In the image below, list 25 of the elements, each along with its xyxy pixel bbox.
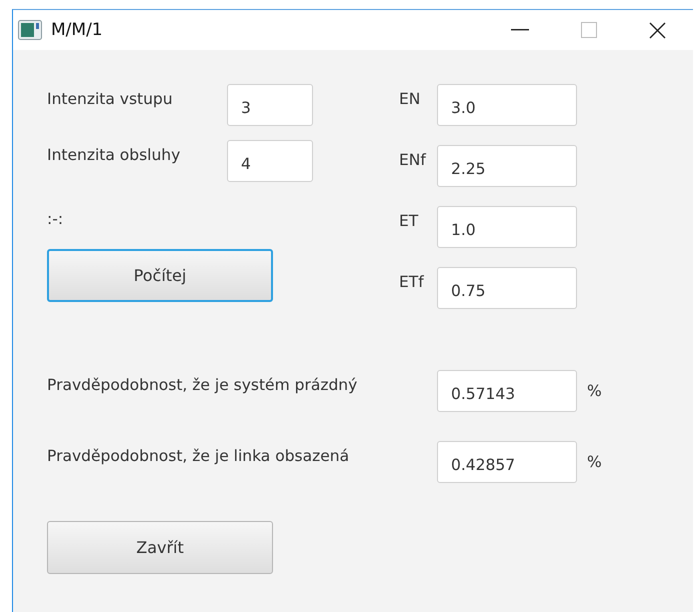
result-field[interactable]: 1.0 — [437, 206, 577, 248]
window-icon — [18, 20, 42, 40]
input-field[interactable]: 4 — [227, 140, 313, 182]
field-label: Intenzita vstupu — [47, 89, 174, 108]
input-field[interactable]: 3 — [227, 84, 313, 126]
result-field[interactable]: 2.25 — [437, 145, 577, 187]
result-field[interactable]: 0.75 — [437, 267, 577, 309]
status-text: :-: — [47, 210, 64, 230]
result-field[interactable]: 3.0 — [437, 84, 577, 126]
result-label: ENf — [399, 150, 428, 169]
probability-field[interactable]: 0.42857 — [437, 441, 577, 483]
result-label: ET — [399, 211, 420, 230]
close-icon[interactable] — [649, 22, 666, 38]
probability-label: Pravděpodobnost, že je linka obsazená — [47, 446, 350, 465]
result-label: EN — [399, 89, 422, 108]
unit-label: % — [587, 452, 602, 471]
result-label: ETf — [399, 272, 425, 291]
close-button[interactable]: Zavřít — [47, 521, 273, 574]
field-label: Intenzita obsluhy — [47, 145, 182, 164]
calculate-button[interactable]: Počítej — [47, 249, 273, 302]
window-title: M/M/1 — [51, 20, 103, 40]
probability-label: Pravděpodobnost, že je systém prázdný — [47, 375, 358, 394]
minimize-icon[interactable] — [511, 29, 529, 31]
probability-field[interactable]: 0.57143 — [437, 370, 577, 412]
unit-label: % — [587, 381, 602, 400]
